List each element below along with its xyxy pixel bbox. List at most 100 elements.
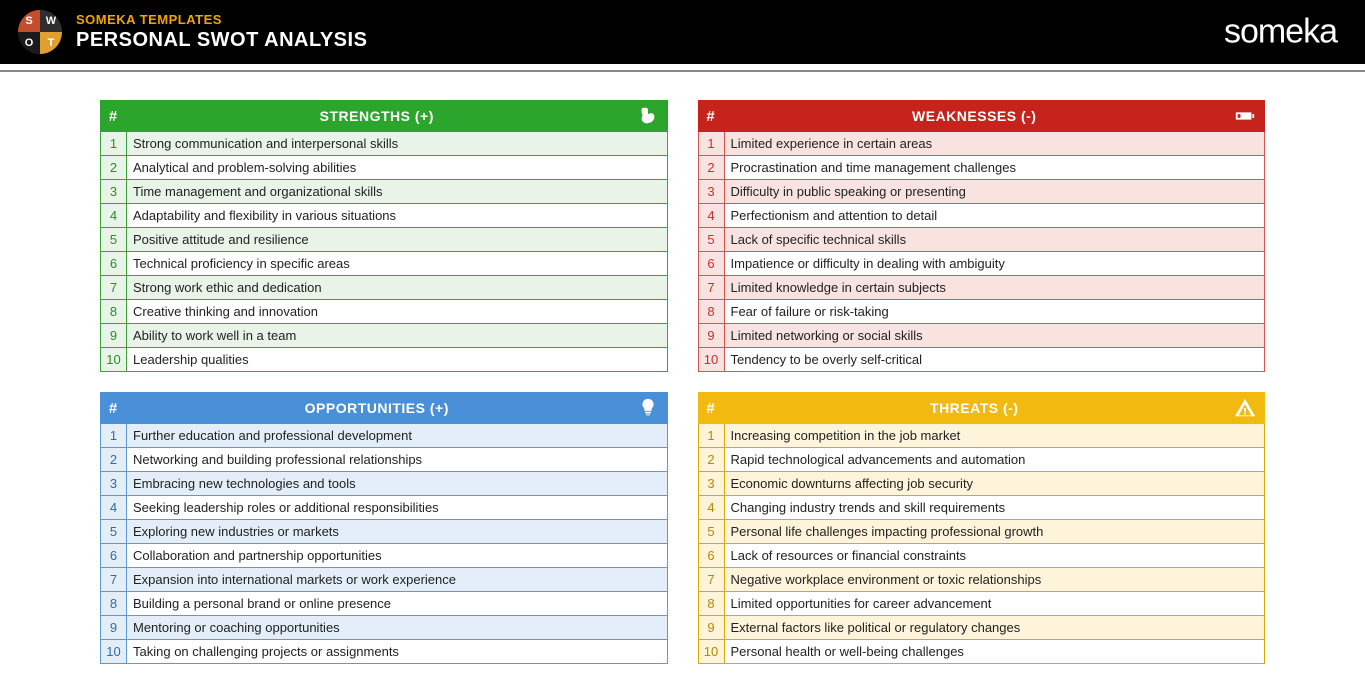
list-row[interactable]: 9Limited networking or social skills: [698, 324, 1266, 348]
list-row[interactable]: 1Strong communication and interpersonal …: [100, 132, 668, 156]
row-text: Increasing competition in the job market: [725, 424, 1265, 447]
row-number: 10: [101, 348, 127, 371]
list-row[interactable]: 10Taking on challenging projects or assi…: [100, 640, 668, 664]
row-number: 4: [699, 204, 725, 227]
row-text: Limited networking or social skills: [725, 324, 1265, 347]
swot-logo-icon: S W O T: [18, 10, 62, 54]
panel-opportunities: # OPPORTUNITIES (+) 1Further education a…: [100, 392, 668, 664]
logo-s: S: [18, 10, 40, 32]
row-number: 10: [699, 640, 725, 663]
list-row[interactable]: 8Limited opportunities for career advanc…: [698, 592, 1266, 616]
list-row[interactable]: 4Seeking leadership roles or additional …: [100, 496, 668, 520]
row-text: Creative thinking and innovation: [127, 300, 667, 323]
list-row[interactable]: 4Adaptability and flexibility in various…: [100, 204, 668, 228]
list-row[interactable]: 8Creative thinking and innovation: [100, 300, 668, 324]
panel-head-strengths: # STRENGTHS (+): [100, 100, 668, 132]
row-number: 9: [699, 324, 725, 347]
list-row[interactable]: 3Embracing new technologies and tools: [100, 472, 668, 496]
panel-body: 1Further education and professional deve…: [100, 424, 668, 664]
list-row[interactable]: 6Collaboration and partnership opportuni…: [100, 544, 668, 568]
row-number: 7: [101, 276, 127, 299]
row-number: 9: [101, 616, 127, 639]
row-number: 4: [101, 496, 127, 519]
row-number: 5: [101, 228, 127, 251]
list-row[interactable]: 6Impatience or difficulty in dealing wit…: [698, 252, 1266, 276]
row-number: 5: [699, 520, 725, 543]
list-row[interactable]: 7Negative workplace environment or toxic…: [698, 568, 1266, 592]
list-row[interactable]: 7Expansion into international markets or…: [100, 568, 668, 592]
list-row[interactable]: 5Lack of specific technical skills: [698, 228, 1266, 252]
panel-title: THREATS (-): [724, 400, 1226, 416]
list-row[interactable]: 7Limited knowledge in certain subjects: [698, 276, 1266, 300]
col-hash: #: [698, 108, 724, 125]
row-number: 2: [699, 448, 725, 471]
row-number: 6: [101, 252, 127, 275]
list-row[interactable]: 1Further education and professional deve…: [100, 424, 668, 448]
row-text: Taking on challenging projects or assign…: [127, 640, 667, 663]
row-text: Embracing new technologies and tools: [127, 472, 667, 495]
row-number: 2: [699, 156, 725, 179]
list-row[interactable]: 6Lack of resources or financial constrai…: [698, 544, 1266, 568]
list-row[interactable]: 3Economic downturns affecting job securi…: [698, 472, 1266, 496]
row-number: 3: [101, 180, 127, 203]
row-number: 2: [101, 156, 127, 179]
list-row[interactable]: 9Mentoring or coaching opportunities: [100, 616, 668, 640]
row-number: 8: [699, 300, 725, 323]
list-row[interactable]: 1Increasing competition in the job marke…: [698, 424, 1266, 448]
list-row[interactable]: 2Procrastination and time management cha…: [698, 156, 1266, 180]
row-number: 6: [101, 544, 127, 567]
list-row[interactable]: 7Strong work ethic and dedication: [100, 276, 668, 300]
list-row[interactable]: 2Networking and building professional re…: [100, 448, 668, 472]
row-text: Analytical and problem-solving abilities: [127, 156, 667, 179]
row-text: Ability to work well in a team: [127, 324, 667, 347]
list-row[interactable]: 6Technical proficiency in specific areas: [100, 252, 668, 276]
row-text: Fear of failure or risk-taking: [725, 300, 1265, 323]
row-text: Collaboration and partnership opportunit…: [127, 544, 667, 567]
row-text: Networking and building professional rel…: [127, 448, 667, 471]
list-row[interactable]: 2Rapid technological advancements and au…: [698, 448, 1266, 472]
warning-icon: [1225, 397, 1265, 419]
brand-text: someka: [1224, 13, 1337, 52]
list-row[interactable]: 3Time management and organizational skil…: [100, 180, 668, 204]
list-row[interactable]: 8Fear of failure or risk-taking: [698, 300, 1266, 324]
list-row[interactable]: 3Difficulty in public speaking or presen…: [698, 180, 1266, 204]
list-row[interactable]: 5Positive attitude and resilience: [100, 228, 668, 252]
row-number: 1: [699, 424, 725, 447]
list-row[interactable]: 10Leadership qualities: [100, 348, 668, 372]
list-row[interactable]: 10Personal health or well-being challeng…: [698, 640, 1266, 664]
row-number: 4: [699, 496, 725, 519]
list-row[interactable]: 1Limited experience in certain areas: [698, 132, 1266, 156]
brand-logo: someka: [1224, 13, 1337, 52]
row-number: 3: [699, 180, 725, 203]
list-row[interactable]: 4Perfectionism and attention to detail: [698, 204, 1266, 228]
panel-title: WEAKNESSES (-): [724, 108, 1226, 124]
row-text: Further education and professional devel…: [127, 424, 667, 447]
list-row[interactable]: 5Personal life challenges impacting prof…: [698, 520, 1266, 544]
row-number: 9: [101, 324, 127, 347]
row-number: 1: [101, 132, 127, 155]
list-row[interactable]: 2Analytical and problem-solving abilitie…: [100, 156, 668, 180]
panel-body: 1Increasing competition in the job marke…: [698, 424, 1266, 664]
logo-w: W: [40, 10, 62, 32]
row-text: Exploring new industries or markets: [127, 520, 667, 543]
row-text: Perfectionism and attention to detail: [725, 204, 1265, 227]
row-text: Difficulty in public speaking or present…: [725, 180, 1265, 203]
list-row[interactable]: 9Ability to work well in a team: [100, 324, 668, 348]
list-row[interactable]: 9External factors like political or regu…: [698, 616, 1266, 640]
row-text: Seeking leadership roles or additional r…: [127, 496, 667, 519]
panel-head-threats: # THREATS (-): [698, 392, 1266, 424]
row-number: 2: [101, 448, 127, 471]
list-row[interactable]: 5Exploring new industries or markets: [100, 520, 668, 544]
panel-head-opportunities: # OPPORTUNITIES (+): [100, 392, 668, 424]
list-row[interactable]: 10Tendency to be overly self-critical: [698, 348, 1266, 372]
row-text: Mentoring or coaching opportunities: [127, 616, 667, 639]
row-number: 5: [699, 228, 725, 251]
row-text: Impatience or difficulty in dealing with…: [725, 252, 1265, 275]
row-text: Personal life challenges impacting profe…: [725, 520, 1265, 543]
row-text: Strong communication and interpersonal s…: [127, 132, 667, 155]
list-row[interactable]: 8Building a personal brand or online pre…: [100, 592, 668, 616]
list-row[interactable]: 4Changing industry trends and skill requ…: [698, 496, 1266, 520]
row-text: Personal health or well-being challenges: [725, 640, 1265, 663]
logo-o: O: [18, 32, 40, 54]
row-text: Limited opportunities for career advance…: [725, 592, 1265, 615]
